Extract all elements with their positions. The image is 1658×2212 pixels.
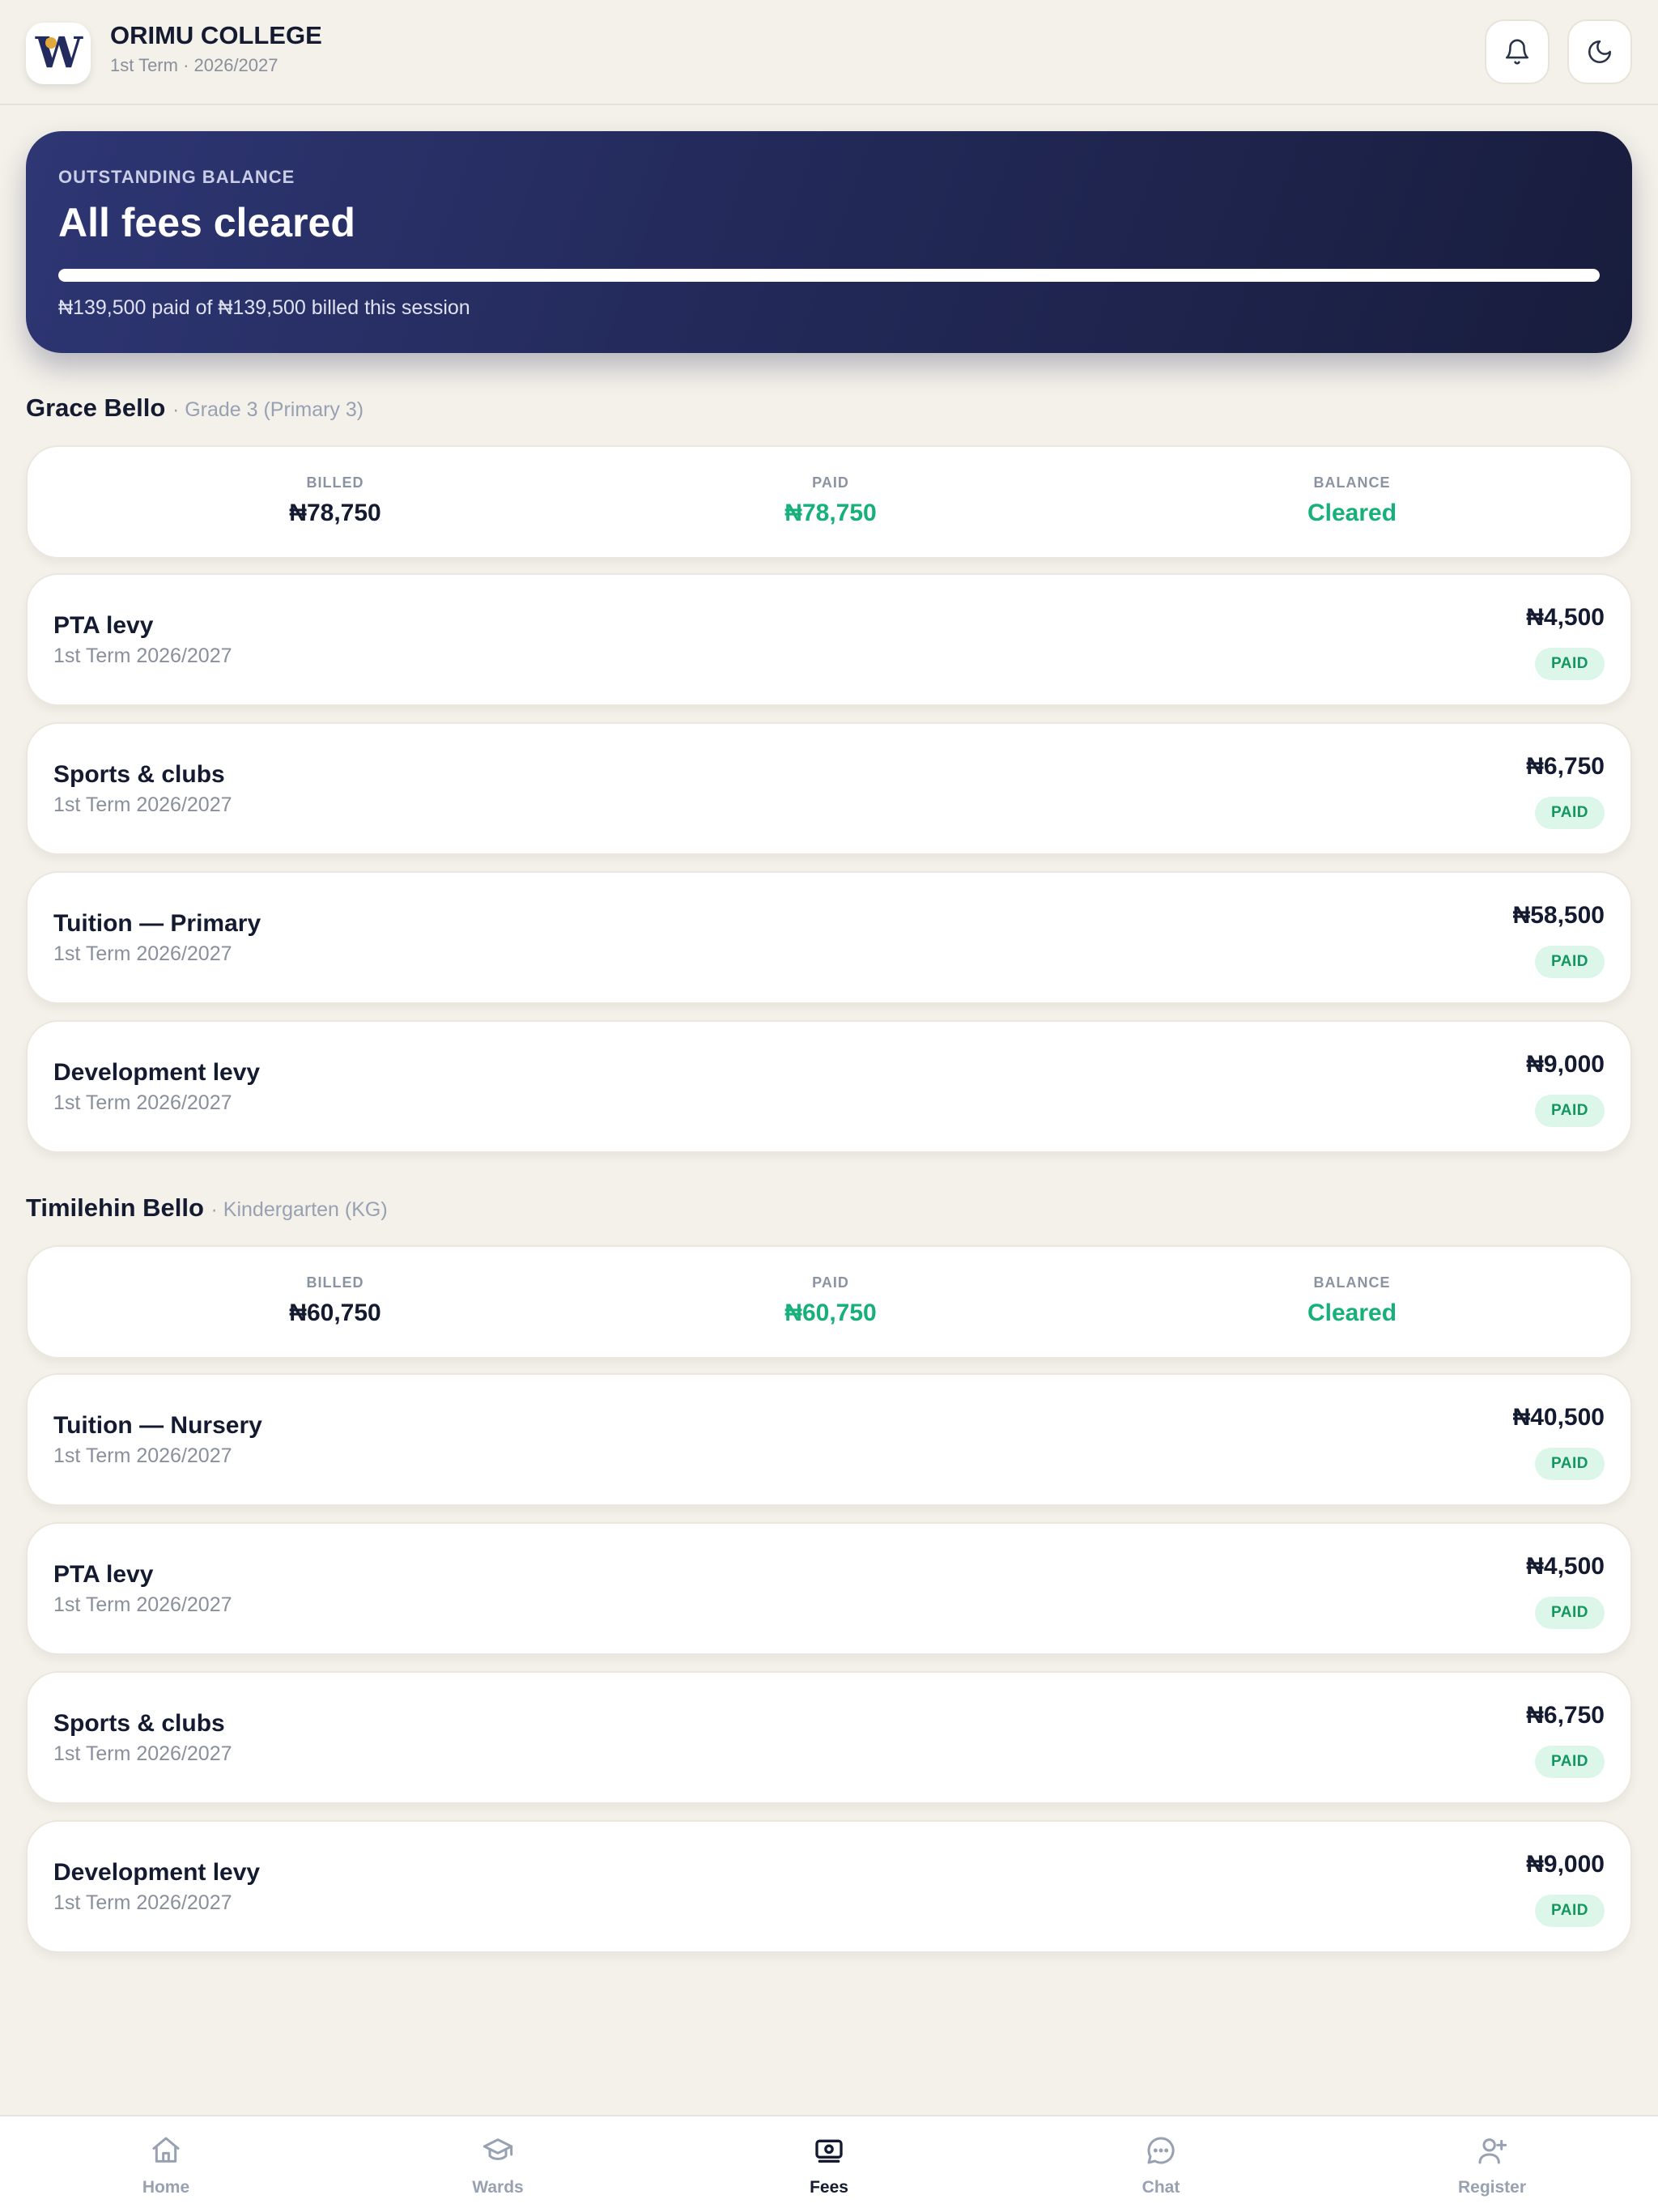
payment-progress-bar: [58, 269, 1600, 282]
billed-summary: BILLED ₦60,750: [173, 1274, 497, 1327]
paid-value: ₦78,750: [784, 500, 877, 526]
balance-label: BALANCE: [1313, 474, 1391, 491]
school-name: ORIMU COLLEGE: [110, 21, 322, 49]
student-name: Timilehin Bello: [26, 1193, 204, 1222]
paid-summary: PAID ₦78,750: [669, 474, 993, 527]
fee-amount: ₦9,000: [1526, 1851, 1605, 1878]
fee-name: Sports & clubs: [53, 761, 225, 788]
fee-amount: ₦40,500: [1512, 1404, 1605, 1431]
fee-item[interactable]: Development levy 1st Term 2026/2027 ₦9,0…: [26, 1020, 1632, 1153]
nav-label: Chat: [1141, 2178, 1180, 2197]
banknote-icon: [811, 2133, 847, 2168]
fee-term: 1st Term 2026/2027: [53, 1593, 232, 1616]
nav-label: Wards: [472, 2178, 524, 2197]
paid-status-badge: PAID: [1535, 946, 1605, 978]
fee-term: 1st Term 2026/2027: [53, 942, 232, 965]
student-name: Grace Bello: [26, 393, 166, 422]
fee-summary-card: BILLED ₦78,750 PAID ₦78,750 BALANCE Clea…: [26, 445, 1632, 559]
bottom-navigation: Home Wards Fees Chat Register: [0, 2115, 1658, 2212]
paid-status-badge: PAID: [1535, 1448, 1605, 1480]
fee-term: 1st Term 2026/2027: [53, 1444, 232, 1467]
fee-amount: ₦4,500: [1526, 604, 1605, 631]
nav-fees[interactable]: Fees: [663, 2116, 995, 2212]
moon-icon: [1588, 40, 1612, 64]
balance-value: Cleared: [1307, 1300, 1397, 1326]
student-heading: Grace Bello · Grade 3 (Primary 3): [26, 393, 363, 423]
fee-item[interactable]: Tuition — Nursery 1st Term 2026/2027 ₦40…: [26, 1373, 1632, 1506]
nav-chat[interactable]: Chat: [995, 2116, 1327, 2212]
nav-label: Fees: [810, 2178, 848, 2197]
nav-wards[interactable]: Wards: [332, 2116, 664, 2212]
hero-summary-note: ₦139,500 paid of ₦139,500 billed this se…: [58, 296, 470, 319]
balance-summary: BALANCE Cleared: [1190, 474, 1514, 527]
fee-amount: ₦4,500: [1526, 1553, 1605, 1580]
fee-term: 1st Term 2026/2027: [53, 1742, 232, 1765]
fee-amount: ₦6,750: [1526, 753, 1605, 780]
user-plus-icon: [1474, 2133, 1510, 2168]
fee-amount: ₦6,750: [1526, 1702, 1605, 1729]
billed-label: BILLED: [306, 474, 364, 491]
billed-label: BILLED: [306, 1274, 364, 1291]
balance-label: BALANCE: [1313, 1274, 1391, 1291]
nav-label: Home: [142, 2178, 190, 2197]
billed-summary: BILLED ₦78,750: [173, 474, 497, 527]
notifications-button[interactable]: [1485, 19, 1550, 84]
paid-summary: PAID ₦60,750: [669, 1274, 993, 1327]
fee-name: Tuition — Primary: [53, 910, 261, 937]
fee-name: Development levy: [53, 1859, 261, 1886]
graduation-cap-icon: [480, 2133, 516, 2168]
fee-summary-card: BILLED ₦60,750 PAID ₦60,750 BALANCE Clea…: [26, 1245, 1632, 1359]
balance-value: Cleared: [1307, 500, 1397, 526]
fee-name: Sports & clubs: [53, 1710, 225, 1737]
paid-label: PAID: [812, 1274, 849, 1291]
fee-name: PTA levy: [53, 1561, 154, 1588]
logo-crest-icon: [45, 37, 57, 49]
hero-label: OUTSTANDING BALANCE: [58, 167, 295, 187]
fee-amount: ₦58,500: [1512, 902, 1605, 929]
paid-status-badge: PAID: [1535, 648, 1605, 680]
fee-term: 1st Term 2026/2027: [53, 1891, 232, 1914]
fee-name: Development levy: [53, 1059, 261, 1086]
fee-term: 1st Term 2026/2027: [53, 793, 232, 816]
app-header: W ORIMU COLLEGE 1st Term · 2026/2027: [0, 0, 1658, 105]
student-grade: · Grade 3 (Primary 3): [172, 398, 364, 421]
hero-title: All fees cleared: [58, 200, 355, 245]
theme-toggle-button[interactable]: [1567, 19, 1632, 84]
student-heading: Timilehin Bello · Kindergarten (KG): [26, 1193, 388, 1223]
fee-item[interactable]: Sports & clubs 1st Term 2026/2027 ₦6,750…: [26, 1671, 1632, 1804]
billed-value: ₦60,750: [289, 1300, 381, 1326]
fee-item[interactable]: PTA levy 1st Term 2026/2027 ₦4,500 PAID: [26, 573, 1632, 706]
school-logo: W: [26, 23, 91, 84]
outstanding-balance-card: OUTSTANDING BALANCE All fees cleared ₦13…: [26, 131, 1632, 353]
student-grade: · Kindergarten (KG): [210, 1198, 388, 1221]
chat-bubble-icon: [1143, 2133, 1179, 2168]
fee-term: 1st Term 2026/2027: [53, 1091, 232, 1114]
paid-value: ₦60,750: [784, 1300, 877, 1326]
fee-item[interactable]: Development levy 1st Term 2026/2027 ₦9,0…: [26, 1820, 1632, 1953]
term-label: 1st Term · 2026/2027: [110, 55, 278, 75]
fee-amount: ₦9,000: [1526, 1051, 1605, 1078]
nav-label: Register: [1457, 2178, 1527, 2197]
paid-status-badge: PAID: [1535, 797, 1605, 829]
fee-name: PTA levy: [53, 612, 154, 639]
fee-item[interactable]: Tuition — Primary 1st Term 2026/2027 ₦58…: [26, 871, 1632, 1004]
fee-name: Tuition — Nursery: [53, 1412, 262, 1439]
logo-letter: W: [35, 28, 83, 78]
bell-icon: [1505, 39, 1529, 65]
fee-item[interactable]: Sports & clubs 1st Term 2026/2027 ₦6,750…: [26, 722, 1632, 855]
fee-item[interactable]: PTA levy 1st Term 2026/2027 ₦4,500 PAID: [26, 1522, 1632, 1655]
paid-status-badge: PAID: [1535, 1746, 1605, 1778]
paid-status-badge: PAID: [1535, 1095, 1605, 1127]
nav-home[interactable]: Home: [0, 2116, 332, 2212]
payment-progress-fill: [58, 269, 1600, 282]
home-icon: [148, 2133, 184, 2168]
paid-status-badge: PAID: [1535, 1597, 1605, 1629]
nav-register[interactable]: Register: [1326, 2116, 1658, 2212]
balance-summary: BALANCE Cleared: [1190, 1274, 1514, 1327]
paid-status-badge: PAID: [1535, 1895, 1605, 1927]
billed-value: ₦78,750: [289, 500, 381, 526]
paid-label: PAID: [812, 474, 849, 491]
fee-term: 1st Term 2026/2027: [53, 644, 232, 667]
